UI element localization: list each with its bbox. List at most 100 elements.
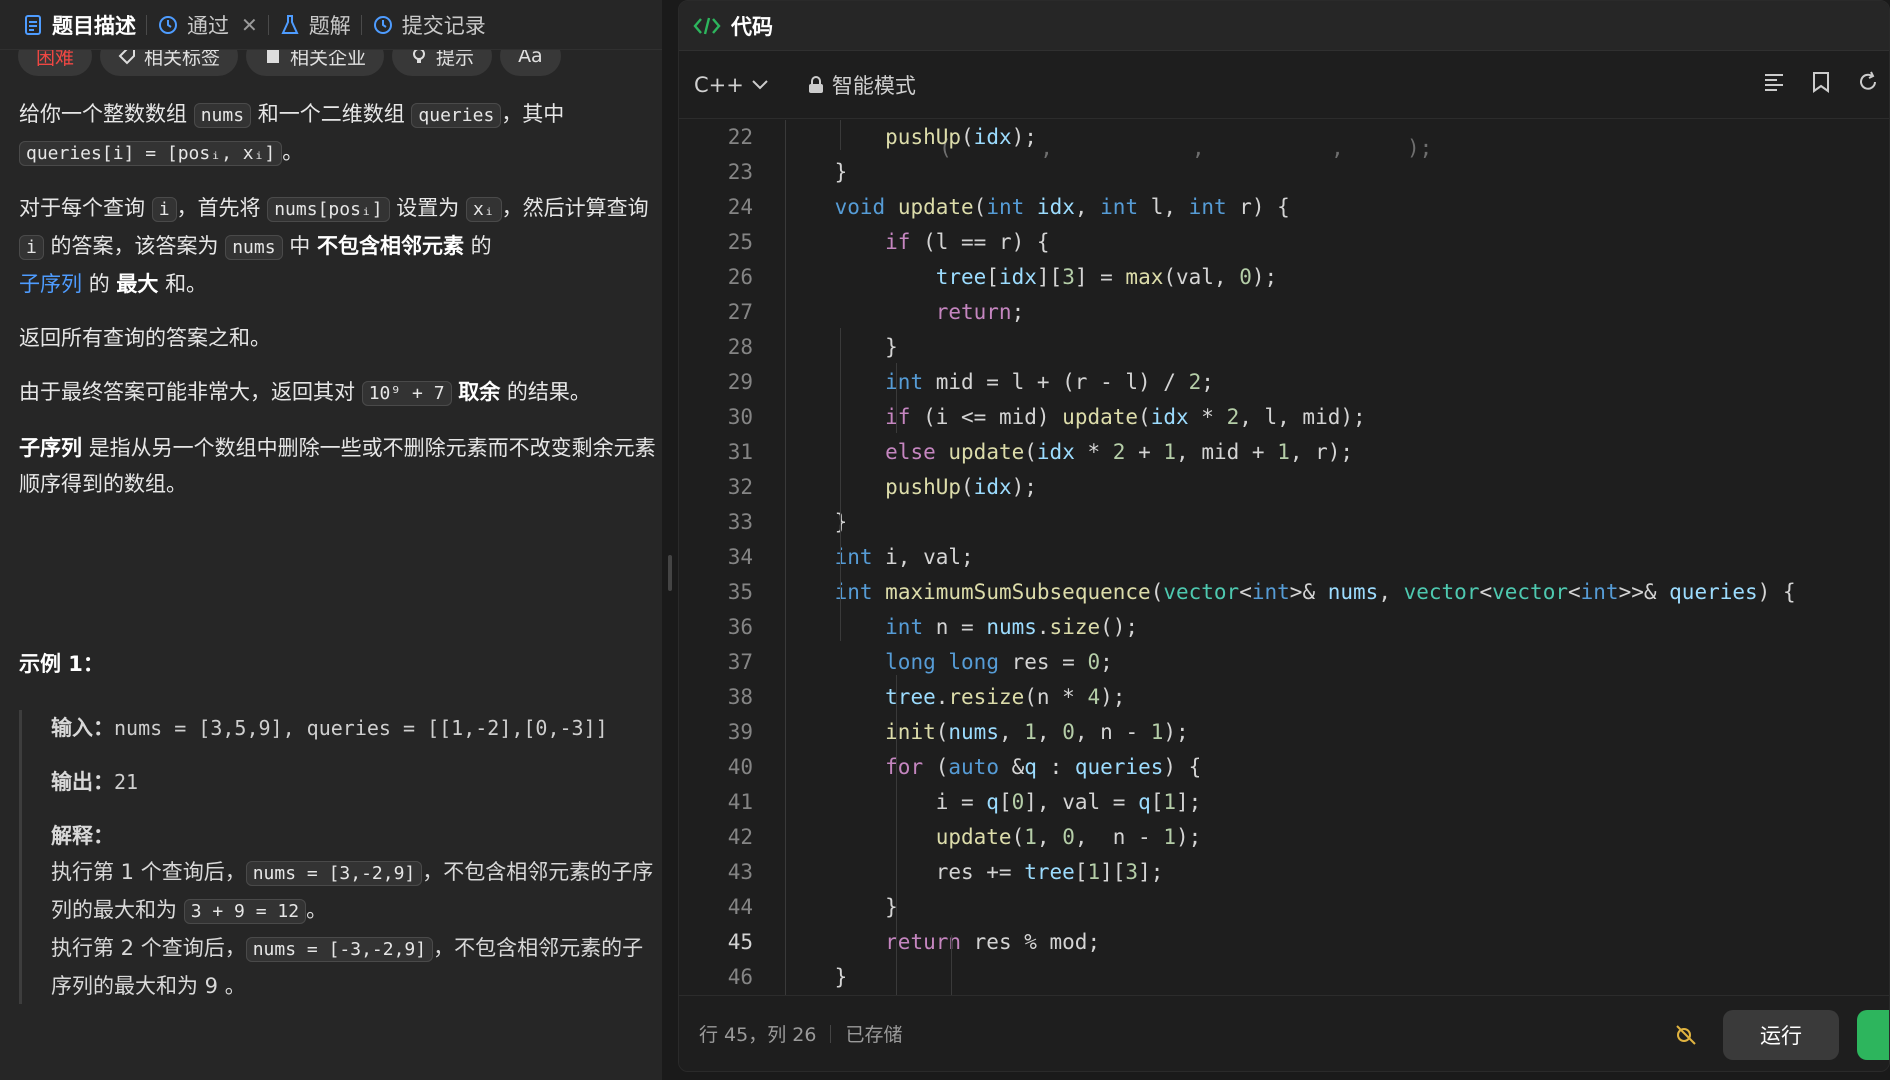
code-line: 34 int i, val; — [679, 540, 1889, 575]
language-label: C++ — [694, 72, 744, 97]
inline-code: i — [151, 197, 177, 222]
code-line: 25 if (l == r) { — [679, 225, 1889, 260]
text: 和。 — [165, 272, 208, 296]
code-line: 37 long long res = 0; — [679, 645, 1889, 680]
bold-text: 最大 — [116, 272, 159, 296]
indent-guide — [785, 120, 786, 996]
indent-guide — [840, 120, 841, 150]
line-number: 45 — [727, 930, 753, 954]
code-line: 27 return; — [679, 295, 1889, 330]
tab-solutions[interactable]: 题解 — [269, 0, 361, 50]
inline-code: queries — [411, 103, 502, 128]
bold-text: 不包含相邻元素 — [316, 234, 464, 258]
text: ，然后计算查询 — [501, 196, 649, 220]
code-line: 24 void update(int idx, int l, int r) { — [679, 190, 1889, 225]
code-text: int i, val; — [834, 545, 974, 569]
line-number: 23 — [727, 160, 753, 184]
code-line: 30 if (i <= mid) update(idx * 2, l, mid)… — [679, 400, 1889, 435]
line-number: 31 — [727, 440, 753, 464]
code-text: res += tree[1][3]; — [784, 860, 1164, 884]
code-line: 33 } — [679, 505, 1889, 540]
close-icon[interactable]: ✕ — [241, 13, 258, 37]
code-text: } — [784, 895, 898, 919]
indent-guide — [840, 328, 841, 641]
text: 中 — [289, 234, 311, 258]
subsequence-link[interactable]: 子序列 — [19, 272, 82, 296]
code-line: 42 update(1, 0, n - 1); — [679, 820, 1889, 855]
tab-submissions[interactable]: 提交记录 — [362, 0, 496, 50]
code-text: } — [784, 965, 848, 989]
code-text: int maximumSumSubsequence(vector<int>& n… — [834, 580, 1796, 604]
line-number: 37 — [727, 650, 753, 674]
text: 和一个二维数组 — [257, 102, 405, 126]
code-text: return res % mod; — [885, 930, 1101, 954]
code-text: return; — [935, 300, 1025, 324]
tab-accepted[interactable]: 通过 ✕ — [147, 0, 268, 50]
history-icon — [157, 14, 179, 36]
inline-code: nums — [225, 235, 283, 260]
line-number: 24 — [727, 195, 753, 219]
code-editor[interactable]: ( , , , ); 22 pushUp(idx); 23 } 24 void up… — [679, 120, 1889, 996]
reset-icon[interactable] — [1857, 71, 1879, 93]
example-explanation: 解释： 执行第 1 个查询后， nums = [3,-2,9] ，不包含相邻元素的子… — [51, 818, 659, 1004]
code-text: int mid = l + (r - l) / 2; — [885, 370, 1214, 394]
code-text: update(1, 0, n - 1); — [935, 825, 1202, 849]
smart-mode-toggle[interactable]: 智能模式 — [808, 70, 916, 100]
code-text: init(nums, 1, 0, n - 1); — [885, 720, 1189, 744]
text: 执行第 2 个查询后， — [51, 936, 246, 960]
example-output: 输出：21 — [51, 764, 659, 800]
submit-button[interactable] — [1857, 1010, 1889, 1060]
inline-code: i — [19, 235, 44, 260]
history-icon — [372, 14, 394, 36]
line-number: 26 — [727, 265, 753, 289]
line-number: 44 — [727, 895, 753, 919]
explain-label: 解释： — [51, 824, 114, 848]
code-line: 43 res += tree[1][3]; — [679, 855, 1889, 890]
line-number: 22 — [727, 125, 753, 149]
language-select[interactable]: C++ — [694, 73, 768, 97]
bold-text: 子序列 — [19, 436, 82, 460]
line-number: 25 — [727, 230, 753, 254]
code-line: 38 tree.resize(n * 4); — [679, 680, 1889, 715]
text: 对于每个查询 — [19, 196, 145, 220]
inline-code: nums[posᵢ] — [267, 197, 390, 222]
inline-code: xᵢ — [465, 197, 502, 222]
inline-code: 10⁹ + 7 — [361, 381, 452, 406]
text: 的答案，该答案为 — [50, 234, 219, 258]
paragraph-4: 由于最终答案可能非常大，返回其对 10⁹ + 7 取余 的结果。 — [19, 374, 659, 412]
tab-description[interactable]: 题目描述 — [12, 0, 146, 50]
tab-submissions-label: 提交记录 — [401, 14, 486, 38]
explain-line-2: 执行第 2 个查询后， nums = [-3,-2,9] ，不包含相邻元素的子序列的… — [51, 930, 659, 1004]
code-line: 39 init(nums, 1, 0, n - 1); — [679, 715, 1889, 750]
problem-description: 给你一个整数数组 nums 和一个二维数组 queries ，其中 queries… — [19, 96, 659, 520]
bookmark-icon[interactable] — [1811, 71, 1831, 93]
paragraph-1: 给你一个整数数组 nums 和一个二维数组 queries ，其中 queries… — [19, 96, 659, 172]
run-label: 运行 — [1760, 1024, 1802, 1048]
smart-mode-label: 智能模式 — [831, 73, 916, 98]
explain-line-1: 执行第 1 个查询后， nums = [3,-2,9] ，不包含相邻元素的子序列的最… — [51, 854, 659, 930]
code-line: 44 } — [679, 890, 1889, 925]
pane-resizer[interactable] — [662, 0, 678, 1080]
line-number: 27 — [727, 300, 753, 324]
indent-guide — [896, 675, 897, 996]
inline-code: nums — [193, 103, 252, 128]
text: 的 — [88, 272, 110, 296]
indent-guide — [951, 935, 952, 996]
editor-toolbar: C++ 智能模式 — [679, 51, 1889, 119]
run-button[interactable]: 运行 — [1723, 1010, 1839, 1060]
text: 的结果。 — [506, 380, 591, 404]
code-line: 31 else update(idx * 2 + 1, mid + 1, r); — [679, 435, 1889, 470]
code-line: 28 } — [679, 330, 1889, 365]
text: 执行第 1 个查询后， — [51, 860, 246, 884]
format-icon[interactable] — [1763, 71, 1785, 93]
debug-icon[interactable] — [1673, 1022, 1699, 1048]
output-value: 21 — [114, 770, 139, 794]
code-text: if (l == r) { — [885, 230, 1050, 254]
code-line: 26 tree[idx][3] = max(val, 0); — [679, 260, 1889, 295]
text: 返回所有查询的答案之和。 — [19, 326, 271, 350]
tab-accepted-label: 通过 — [187, 14, 229, 38]
lock-icon — [808, 75, 823, 93]
resize-grip[interactable] — [668, 555, 672, 591]
code-text: if (i <= mid) update(idx * 2, l, mid); — [885, 405, 1366, 429]
code-text: } — [784, 160, 848, 184]
